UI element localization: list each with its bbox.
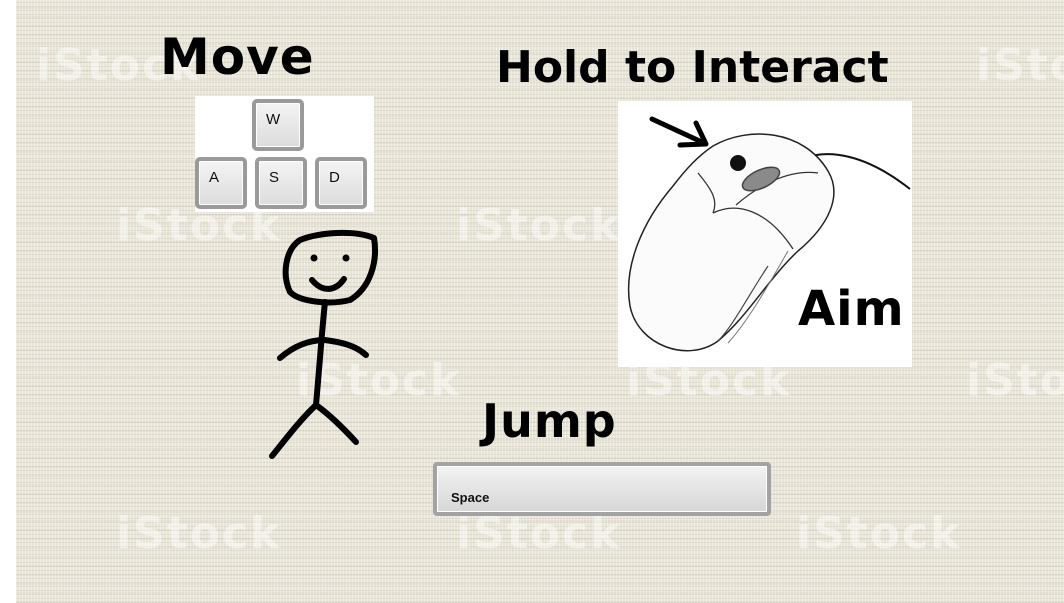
space-key-label: Space: [451, 490, 490, 505]
space-key: Space: [433, 462, 771, 516]
